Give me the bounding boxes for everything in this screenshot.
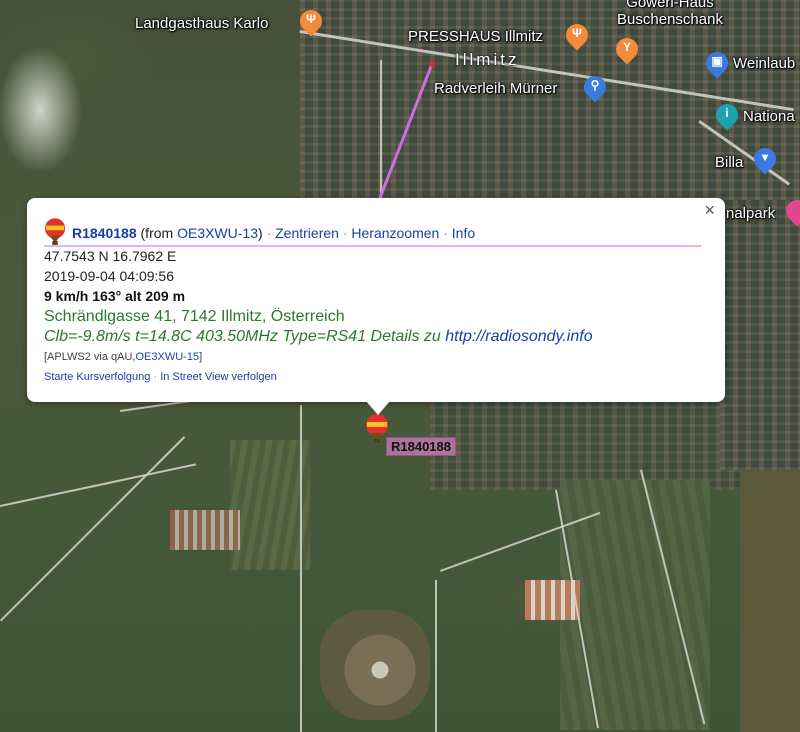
info-icon[interactable]: i [711,99,743,132]
street-view-link[interactable]: In Street View verfolgen [160,371,277,383]
separator: · [443,225,448,241]
place-label[interactable]: Landgasthaus Karlo [135,15,268,32]
bar-icon[interactable]: Y [611,33,643,66]
motion-text: 9 km/h 163° alt 209 m [44,288,186,304]
restaurant-icon[interactable]: Ψ [561,19,593,52]
footer-links: Starte Kursverfolgung · In Street View v… [44,371,277,383]
start-tracking-link[interactable]: Starte Kursverfolgung [44,371,150,383]
from-prefix: (from [140,225,178,241]
from-station-link[interactable]: OE3XWU-13 [177,225,258,241]
park-icon[interactable] [781,195,800,228]
radiosondy-link[interactable]: http://radiosondy.info [445,328,592,345]
path-station-link[interactable]: OE3XWU-15 [136,351,200,363]
place-label[interactable]: Gowerl-Haus Buschenschank [595,0,745,28]
place-label[interactable]: PRESSHAUS Illmitz [408,28,543,45]
zoom-in-link[interactable]: Heranzoomen [351,225,439,241]
bicycle-icon[interactable]: ⚲ [579,71,611,104]
path-suffix: ] [199,351,203,363]
comment-text: Clb=-9.8m/s t=14.8C 403.50MHz Type=RS41 … [44,328,593,346]
path-text: [APLWS2 via qAU,OE3XWU-15] [44,351,202,363]
town-label: Illmitz [455,50,520,69]
info-link[interactable]: Info [452,225,475,241]
place-label[interactable]: Billa [715,154,743,171]
place-label[interactable]: Weinlaub [733,55,795,72]
popup-header: R1840188 (from OE3XWU-13) · Zentrieren ·… [44,218,475,246]
callsign-link[interactable]: R1840188 [72,225,137,241]
marker-label[interactable]: R1840188 [386,437,456,456]
timestamp-text: 2019-09-04 04:09:56 [44,268,174,284]
separator: · [153,371,158,383]
position-text: 47.7543 N 16.7962 E [44,248,177,264]
center-link[interactable]: Zentrieren [275,225,339,241]
from-suffix: ) [258,225,263,241]
place-label[interactable]: Nationa [743,108,795,125]
separator: · [342,225,348,241]
address-text: Schrändlgasse 41, 7142 Illmitz, Österrei… [44,308,345,325]
place-label[interactable]: nalpark [726,205,775,222]
comment-body: Clb=-9.8m/s t=14.8C 403.50MHz Type=RS41 … [44,328,446,345]
separator: · [266,225,272,241]
balloon-icon [44,218,66,245]
map-canvas[interactable]: Landgasthaus Karlo Ψ PRESSHAUS Illmitz Ψ… [0,0,800,732]
info-popup: × R1840188 (from OE3XWU-13) · Zentrieren… [27,198,725,402]
restaurant-icon[interactable]: Ψ [295,5,327,38]
path-prefix: [APLWS2 via qAU, [44,351,136,363]
close-button[interactable]: × [704,200,715,221]
popup-tail [366,401,390,415]
header-divider [44,245,701,247]
shopping-icon[interactable]: ▣ [701,47,733,80]
supermarket-icon[interactable]: ▾ [749,143,781,176]
place-label[interactable]: Radverleih Mürner [434,80,557,97]
